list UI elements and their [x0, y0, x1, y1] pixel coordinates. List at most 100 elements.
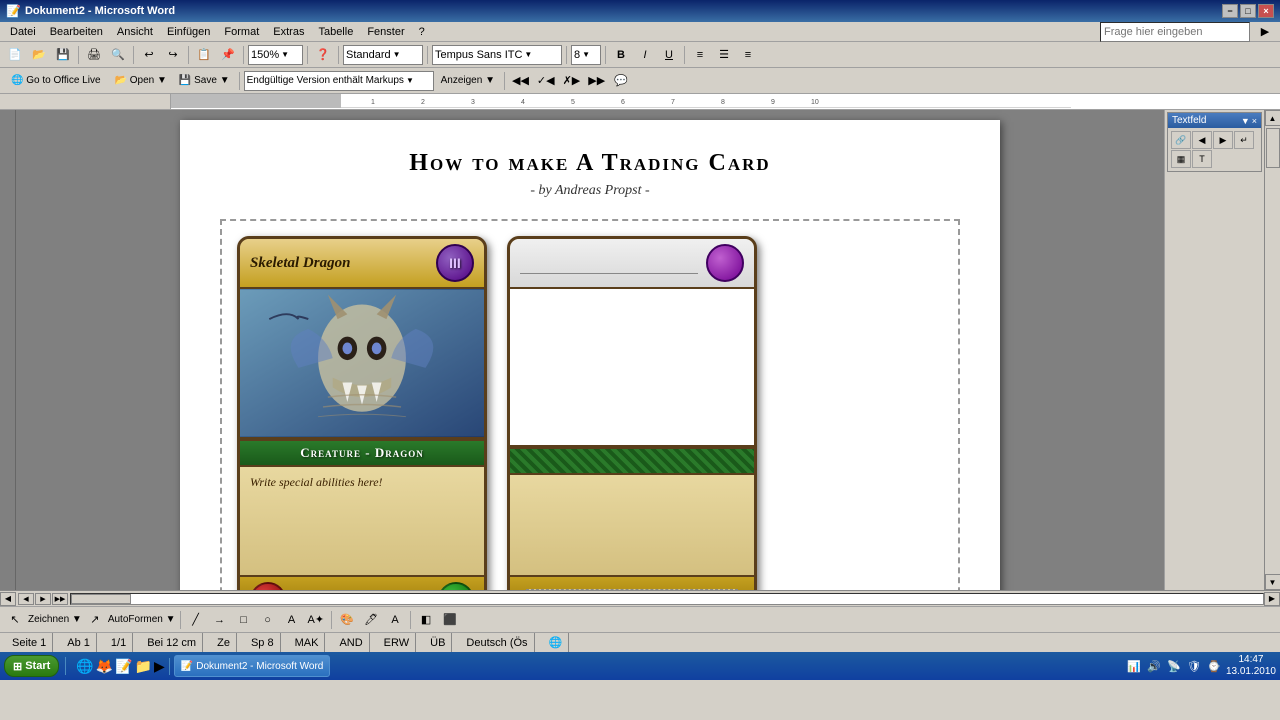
draw-fill-button[interactable]: 🎨 [336, 609, 358, 631]
menu-format[interactable]: Format [218, 24, 265, 40]
firefox-icon[interactable]: 🦊 [96, 658, 113, 675]
draw-shadow-button[interactable]: ◧ [415, 609, 437, 631]
menu-help[interactable]: ? [413, 24, 431, 40]
draw-arrow-button[interactable]: → [209, 609, 231, 631]
textfeld-expand[interactable]: ▼ [1241, 116, 1250, 126]
tf-grid-icon[interactable]: ▦ [1171, 150, 1191, 168]
textfeld-close[interactable]: × [1252, 116, 1257, 126]
open-file-button[interactable]: 📂 Open ▼ [110, 70, 172, 92]
tf-prev-icon[interactable]: ◀ [1192, 131, 1212, 149]
italic-button[interactable]: I [634, 44, 656, 66]
draw-line-color-button[interactable]: 🖊 [360, 609, 382, 631]
help-button[interactable]: ❓ [312, 44, 334, 66]
page-tab-last[interactable]: ▶▶ [52, 593, 68, 605]
maximize-button[interactable]: □ [1240, 4, 1256, 18]
redo-button[interactable]: ↪ [162, 44, 184, 66]
underline-button[interactable]: U [658, 44, 680, 66]
scroll-left-button[interactable]: ◀ [0, 592, 16, 606]
zoom-dropdown[interactable]: 150% ▼ [248, 45, 303, 65]
print-button[interactable]: 🖨 [83, 44, 105, 66]
comment-button[interactable]: 💬 [610, 70, 632, 92]
draw-rect-button[interactable]: □ [233, 609, 255, 631]
card2-mana [706, 244, 744, 282]
menu-bearbeiten[interactable]: Bearbeiten [44, 24, 109, 40]
save-file-button[interactable]: 💾 Save ▼ [174, 70, 235, 92]
help-search-input[interactable] [1100, 22, 1250, 42]
menu-extras[interactable]: Extras [267, 24, 310, 40]
version-dropdown[interactable]: Endgültige Version enthält Markups ▼ [244, 71, 434, 91]
page-tab-next[interactable]: ▶ [35, 593, 51, 605]
card2-type-bar [510, 447, 754, 475]
tf-link-icon[interactable]: 🔗 [1171, 131, 1191, 149]
scroll-up-button[interactable]: ▲ [1265, 110, 1280, 126]
svg-text:3: 3 [471, 99, 475, 106]
card-skeletal-dragon: Skeletal Dragon III [237, 236, 487, 590]
tray-icon-1[interactable]: 📊 [1126, 658, 1142, 674]
horizontal-scroll-thumb[interactable] [71, 594, 131, 604]
word-taskbar-app[interactable]: 📝 Dokument2 - Microsoft Word [174, 655, 331, 677]
draw-text-button[interactable]: A [281, 609, 303, 631]
fontsize-dropdown[interactable]: 8 ▼ [571, 45, 601, 65]
menu-fenster[interactable]: Fenster [361, 24, 410, 40]
tf-next-icon[interactable]: ▶ [1213, 131, 1233, 149]
tray-icon-5[interactable]: ⌚ [1206, 658, 1222, 674]
menu-datei[interactable]: Datei [4, 24, 42, 40]
scroll-thumb[interactable] [1266, 128, 1280, 168]
scroll-down-button[interactable]: ▼ [1265, 574, 1280, 590]
card1-footer: 4 Artwork by Andreas Propst 4 [240, 575, 484, 590]
draw-3d-button[interactable]: ⬛ [439, 609, 461, 631]
ie-icon[interactable]: 🌐 [76, 658, 93, 675]
artwork-input-box[interactable]: Artwork| [526, 589, 738, 590]
track-prev-button[interactable]: ◀◀ [509, 70, 532, 92]
close-button[interactable]: × [1258, 4, 1274, 18]
zeichnen-label[interactable]: Zeichnen ▼ [28, 614, 82, 625]
align-left-button[interactable]: ≡ [689, 44, 711, 66]
go-to-office-live-button[interactable]: 🌐 Go to Office Live [4, 70, 108, 92]
new-button[interactable]: 📄 [4, 44, 26, 66]
tray-icon-2[interactable]: 🔊 [1146, 658, 1162, 674]
style-dropdown[interactable]: Standard ▼ [343, 45, 423, 65]
menu-ansicht[interactable]: Ansicht [111, 24, 159, 40]
bold-button[interactable]: B [610, 44, 632, 66]
page-tab-button[interactable]: ◀ [18, 593, 34, 605]
draw-font-color-button[interactable]: A [384, 609, 406, 631]
open-button[interactable]: 📂 [28, 44, 50, 66]
system-clock: 14:47 13.01.2010 [1226, 654, 1276, 678]
help-search-button[interactable]: ▶ [1254, 21, 1276, 43]
word-taskbar-icon[interactable]: 📝 [115, 658, 132, 675]
preview-button[interactable]: 🔍 [107, 44, 129, 66]
autoformen-label[interactable]: AutoFormen ▼ [108, 614, 176, 625]
tf-text-icon[interactable]: T [1192, 150, 1212, 168]
card1-abilities: Write special abilities here! [250, 475, 474, 490]
align-right-button[interactable]: ≡ [737, 44, 759, 66]
tray-icon-3[interactable]: 📡 [1166, 658, 1182, 674]
separator-2 [133, 46, 134, 64]
tray-icon-4[interactable]: 🛡 [1186, 658, 1202, 674]
font-dropdown[interactable]: Tempus Sans ITC ▼ [432, 45, 562, 65]
minimize-button[interactable]: − [1222, 4, 1238, 18]
draw-select-button[interactable]: ↖ [4, 609, 26, 631]
horizontal-scroll-track[interactable] [70, 593, 1264, 605]
align-center-button[interactable]: ☰ [713, 44, 735, 66]
draw-cursor-button[interactable]: ↗ [84, 609, 106, 631]
style-arrow: ▼ [393, 50, 401, 59]
menu-einfuegen[interactable]: Einfügen [161, 24, 216, 40]
paste-button[interactable]: 📌 [217, 44, 239, 66]
draw-wordart-button[interactable]: A✦ [305, 609, 328, 631]
save-button[interactable]: 💾 [52, 44, 74, 66]
folder-icon[interactable]: 📁 [135, 658, 152, 675]
draw-oval-button[interactable]: ○ [257, 609, 279, 631]
separator-8 [566, 46, 567, 64]
undo-button[interactable]: ↩ [138, 44, 160, 66]
track-next-button[interactable]: ▶▶ [585, 70, 608, 92]
track-accept-button[interactable]: ✓◀ [534, 70, 558, 92]
copy-button[interactable]: 📋 [193, 44, 215, 66]
menu-tabelle[interactable]: Tabelle [312, 24, 359, 40]
start-button[interactable]: ⊞ Start [4, 655, 59, 677]
tf-break-icon[interactable]: ↵ [1234, 131, 1254, 149]
scroll-right-button[interactable]: ▶ [1264, 592, 1280, 606]
anzeigen-button[interactable]: Anzeigen ▼ [436, 70, 500, 92]
media-icon[interactable]: ▶ [154, 658, 165, 675]
draw-line-button[interactable]: ╱ [185, 609, 207, 631]
track-reject-button[interactable]: ✗▶ [560, 70, 584, 92]
